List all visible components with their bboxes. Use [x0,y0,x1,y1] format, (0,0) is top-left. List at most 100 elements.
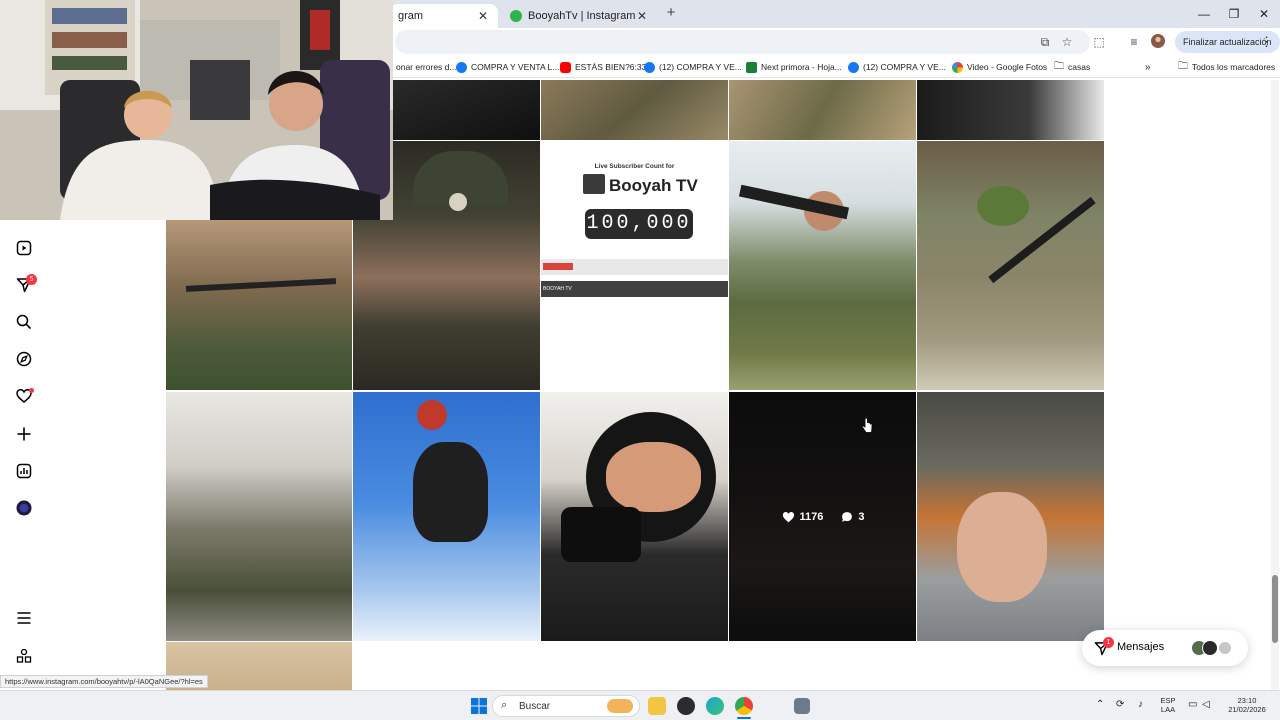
hand-cursor-icon [861,418,873,433]
create-plus-icon[interactable] [16,426,32,442]
bookmarks-overflow-icon[interactable]: » [1145,60,1151,74]
active-app-indicator [737,717,751,719]
language-indicator[interactable]: ESP LAA [1158,696,1178,714]
booyah-icon [510,10,522,22]
subscriber-count-post[interactable]: Live Subscriber Count for Booyah TV 100,… [541,141,728,390]
sheets-icon [746,61,757,73]
snipping-tool-icon[interactable] [794,698,810,714]
folder-icon: 🗀 [1178,60,1188,72]
subscriber-heading: Live Subscriber Count for [594,163,675,170]
scrollbar-thumb[interactable] [1272,575,1278,643]
search-icon: ⌕ [501,699,508,711]
bookmark-item[interactable]: COMPRA Y VENTA L... [456,60,559,74]
edge-icon[interactable] [706,697,724,715]
bookmark-star-icon[interactable]: ☆ [1059,34,1075,50]
restore-icon[interactable]: ❐ [1226,6,1242,22]
reels-icon[interactable] [16,240,32,256]
post-tile[interactable] [166,220,352,390]
close-icon[interactable]: ✕ [476,9,490,23]
avatar-placeholder-icon [1219,642,1231,654]
face-shape [957,492,1047,602]
reading-list-icon[interactable]: ≡ [1126,34,1142,50]
hover-overlay: 1176 3 [729,392,916,641]
bookmark-item[interactable]: Video - Google Fotos [952,60,1047,74]
webcam-overlay [0,0,393,220]
bookmark-label: Todos los marcadores [1192,62,1276,72]
facebook-icon [456,61,467,73]
display-icon[interactable]: ▭ [1188,699,1197,710]
profile-avatar-icon[interactable] [16,500,32,516]
instagram-nav-rail: 5 [0,220,48,690]
comments-stat: 3 [841,511,865,523]
post-tile[interactable] [729,80,916,140]
bookmark-label: Next primora - Hoja... [761,62,842,72]
minimize-icon[interactable]: — [1196,6,1212,22]
post-tile[interactable] [917,141,1104,390]
all-bookmarks[interactable]: 🗀 Todos los marcadores [1178,60,1275,74]
extensions-icon[interactable]: ⬚ [1091,34,1107,50]
card-footer: BOOYAH TV [541,281,728,297]
likes-stat: 1176 [782,510,824,523]
activity-dot [29,388,34,393]
facebook-icon [644,61,655,73]
red-tag [543,263,573,270]
bookmark-item[interactable]: (12) COMPRA Y VE... [848,60,946,74]
clock[interactable]: 23:10 21/02/2026 [1222,696,1272,714]
comment-filled-icon [842,511,853,522]
messages-pill[interactable]: 1 Mensajes [1082,630,1248,666]
likes-count: 1176 [799,510,824,523]
tab-instagram[interactable]: gram ✕ [390,4,498,28]
tray-overflow-icon[interactable]: ⌃ [1096,699,1104,710]
threads-apps-icon[interactable] [16,648,32,664]
bookmark-label: (12) COMPRA Y VE... [863,62,946,72]
messages-badge: 1 [1103,637,1114,648]
volume-icon[interactable]: ◁ [1202,699,1210,710]
app-icon[interactable] [677,697,695,715]
file-explorer-icon[interactable] [648,697,666,715]
post-tile[interactable] [393,80,540,140]
search-icon[interactable] [16,314,32,330]
more-menu-icon[interactable] [16,610,32,626]
rifle-shape [185,278,337,292]
channel-name: Booyah TV [609,176,698,195]
face-shape [606,442,701,512]
post-tile[interactable] [166,392,352,641]
taskbar: ⌕ Buscar ⌃ ⟳ ♪ ESP LAA ▭ ◁ 23:10 21/02/2… [0,690,1280,720]
post-tile[interactable] [917,80,1104,140]
bookmark-item[interactable]: (12) COMPRA Y VE... [644,60,742,74]
post-tile[interactable] [729,141,916,390]
webcam-scene [0,0,393,220]
install-app-icon[interactable]: ⧉ [1037,34,1053,50]
post-tile[interactable] [917,392,1104,641]
window-close-icon[interactable]: ✕ [1256,6,1272,22]
post-tile-hovered[interactable]: 1176 3 [729,392,916,641]
post-tile[interactable] [353,392,540,641]
address-bar[interactable]: ⧉ ☆ [395,30,1090,54]
camouflage-shape [977,186,1029,226]
avatar [1202,640,1218,656]
photos-icon [952,61,963,73]
taskbar-search[interactable]: ⌕ Buscar [492,695,640,717]
insights-icon[interactable] [16,463,32,479]
profile-avatar-icon[interactable] [1150,34,1166,50]
chrome-icon[interactable] [735,697,753,715]
microphone-icon[interactable]: ♪ [1138,699,1143,710]
sync-icon[interactable]: ⟳ [1116,699,1124,710]
new-tab-icon[interactable]: + [663,5,679,21]
notification-badge: 5 [26,274,37,285]
explore-icon[interactable] [16,351,32,367]
tab-booyahtv[interactable]: BooyahTv | Instagram, Facebook ✕ [502,4,657,28]
windows-start-icon[interactable] [470,697,488,715]
page-scrollbar[interactable] [1271,80,1279,690]
close-icon[interactable]: ✕ [635,9,649,23]
bookmark-item[interactable]: Next primora - Hoja... [746,60,842,74]
bookmark-item[interactable]: 🗀 casas [1054,60,1090,74]
bookmark-label: onar errores d... [396,62,457,72]
post-tile[interactable] [541,392,728,641]
post-tile[interactable] [541,80,728,140]
bookmark-item[interactable]: ESTÁS BIEN?6:33 [560,60,646,74]
menu-kebab-icon[interactable]: ⋮ [1260,34,1273,50]
bookmark-item[interactable]: onar errores d... [396,60,456,74]
bookmark-label: ESTÁS BIEN?6:33 [575,62,647,72]
helmet-shape [417,400,447,430]
